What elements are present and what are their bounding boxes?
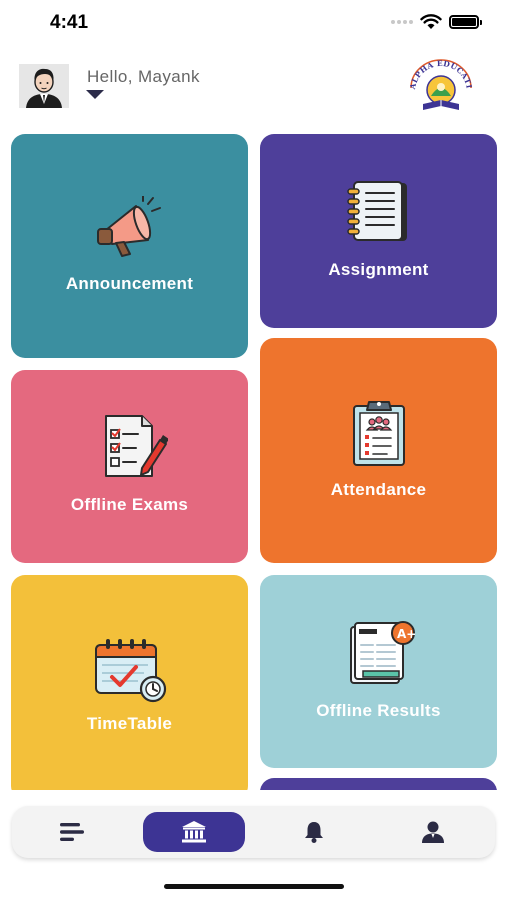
timetable-tile[interactable]: TimeTable	[11, 575, 248, 800]
status-bar: 4:41	[0, 0, 507, 48]
offline-results-tile[interactable]: A+ Offline Results	[260, 575, 497, 768]
profile-icon	[422, 821, 444, 843]
announcement-tile[interactable]: Announcement	[11, 134, 248, 358]
nav-profile[interactable]	[382, 812, 484, 852]
megaphone-icon	[96, 196, 161, 257]
tile-label: Announcement	[65, 274, 194, 293]
alpha-education-logo-icon: ALPHA EDUCATION	[405, 58, 473, 110]
result-sheet-icon: A+	[349, 621, 416, 684]
tile-label: Offline Exams	[70, 495, 189, 514]
signal-dots-icon	[391, 20, 415, 26]
nav-menu[interactable]	[21, 812, 123, 852]
home-indicator	[164, 884, 344, 889]
exam-paper-icon	[104, 415, 168, 477]
bottom-nav	[12, 806, 495, 858]
status-time: 4:41	[50, 12, 89, 33]
header: Hello, Mayank ALPHA EDUCATION	[0, 58, 507, 114]
tile-label: TimeTable	[86, 714, 173, 733]
home-institution-icon	[182, 821, 206, 843]
bell-icon	[305, 822, 323, 843]
calendar-icon	[94, 639, 166, 703]
tile-label: Offline Results	[316, 701, 441, 720]
battery-icon	[449, 15, 482, 29]
greeting-text: Hello, Mayank	[87, 67, 200, 86]
chevron-down-icon[interactable]	[86, 90, 104, 99]
notebook-icon	[346, 181, 407, 241]
tile-label: Attendance	[330, 480, 427, 499]
wifi-icon	[420, 14, 442, 29]
nav-home[interactable]	[143, 812, 245, 852]
nav-notifications[interactable]	[263, 812, 365, 852]
attendance-tile[interactable]: Attendance	[260, 338, 497, 563]
menu-icon	[60, 823, 84, 841]
user-avatar-icon[interactable]	[19, 64, 69, 108]
clipboard-icon	[352, 401, 405, 466]
svg-text:A+: A+	[397, 627, 416, 641]
offline-exams-tile[interactable]: Offline Exams	[11, 370, 248, 563]
tile-label: Assignment	[328, 260, 429, 279]
assignment-tile[interactable]: Assignment	[260, 134, 497, 328]
